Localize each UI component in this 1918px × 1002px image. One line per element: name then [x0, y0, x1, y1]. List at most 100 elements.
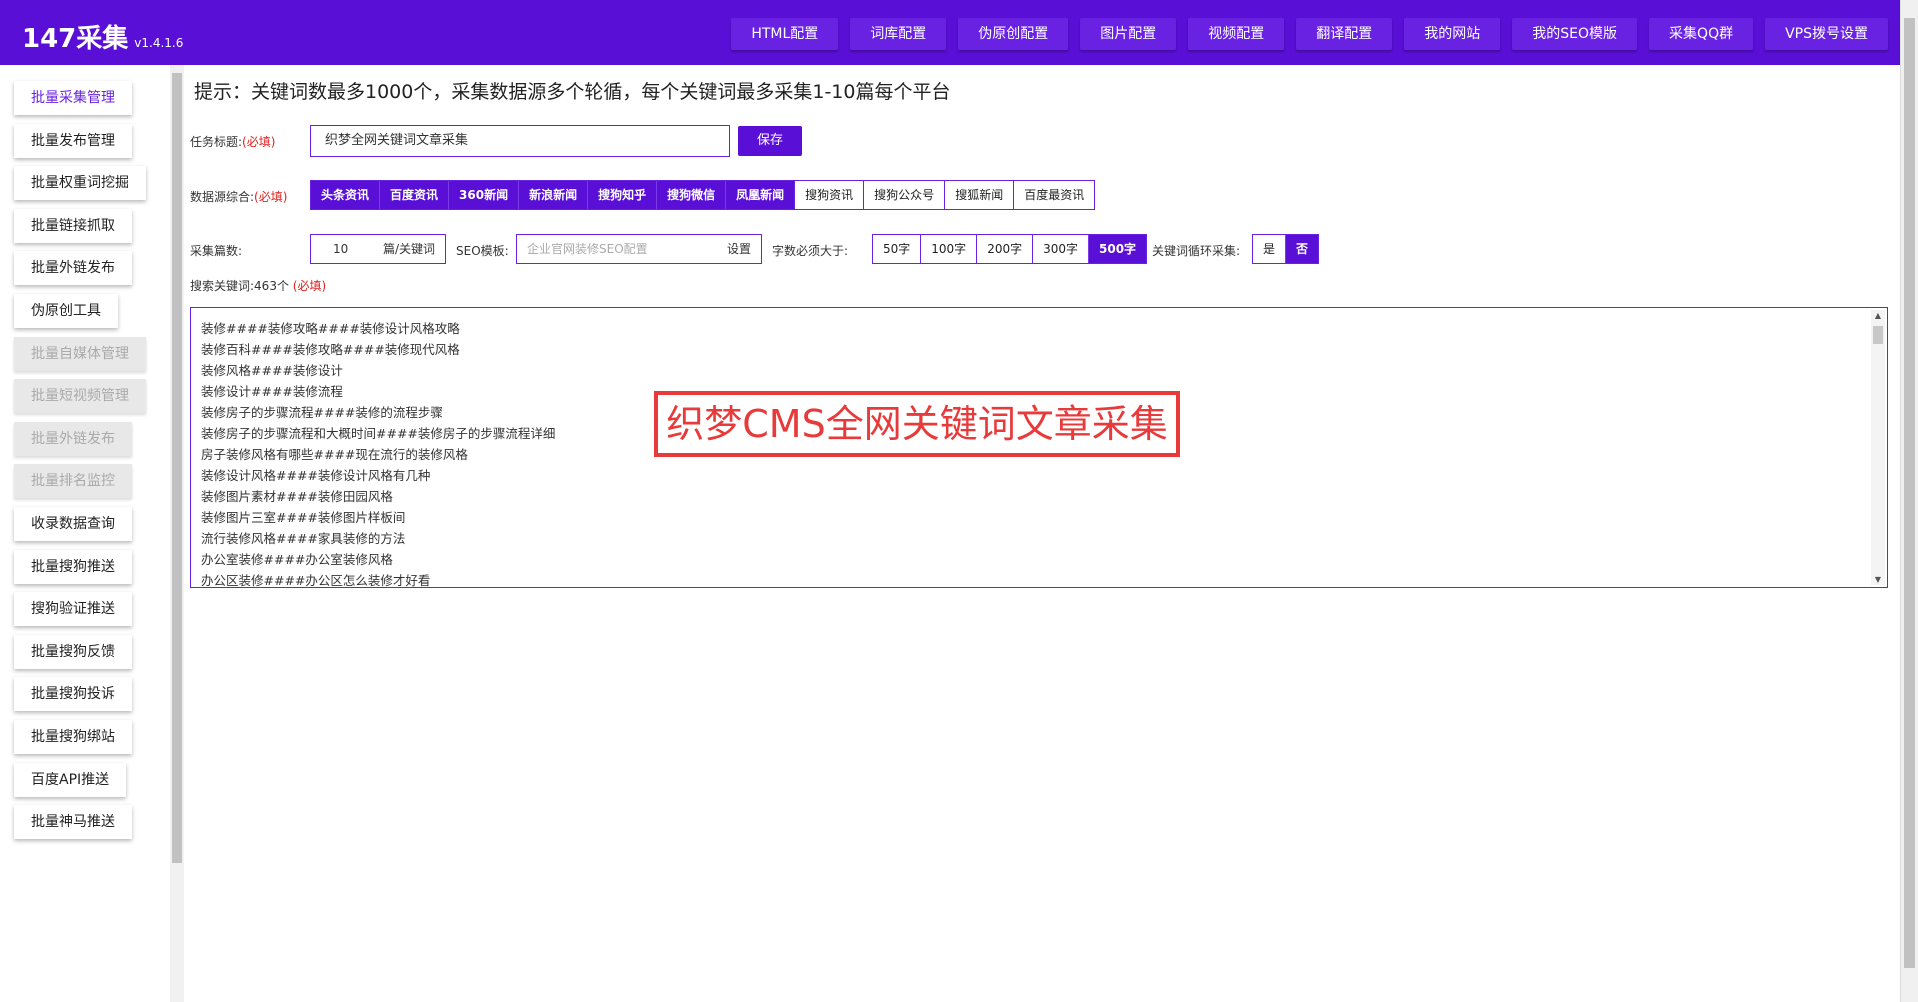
sidebar-item-16[interactable]: 百度API推送	[14, 762, 127, 797]
word-count-label: 字数必须大于:	[772, 244, 849, 258]
sources-option-4[interactable]: 搜狗知乎	[587, 181, 657, 209]
top-nav: HTML配置 词库配置 伪原创配置 图片配置 视频配置 翻译配置 我的网站 我的SEO模版 采集…	[731, 18, 1888, 50]
sidebar-item-12[interactable]: 搜狗验证推送	[14, 592, 132, 627]
words-option-0[interactable]: 50字	[873, 235, 921, 263]
scroll-down-icon[interactable]: ▼	[1871, 575, 1885, 584]
page-scrollbar[interactable]	[1900, 0, 1918, 1002]
keyword-line: 装修图片素材####装修田园风格	[201, 489, 393, 504]
keyword-line: 房子装修风格有哪些####现在流行的装修风格	[201, 447, 468, 462]
sidebar-item-1[interactable]: 批量发布管理	[14, 123, 132, 158]
task-title-label: 任务标题:(必填)	[190, 133, 275, 150]
task-title-required: (必填)	[242, 135, 276, 149]
sources-group: 头条资讯 百度资讯 360新闻 新浪新闻 搜狗知乎 搜狗微信 凤凰新闻 搜狗资讯 搜狗公众号 搜狐…	[310, 180, 1096, 210]
sidebar-item-6: 批量自媒体管理	[14, 336, 146, 371]
keyword-line: 流行装修风格####家具装修的方法	[201, 531, 406, 546]
sidebar-item-13[interactable]: 批量搜狗反馈	[14, 634, 132, 669]
sources-option-2[interactable]: 360新闻	[448, 181, 519, 209]
nav-item-2[interactable]: 伪原创配置	[958, 18, 1069, 50]
app-version: v1.4.1.6	[134, 36, 184, 50]
words-option-2[interactable]: 200字	[976, 235, 1033, 263]
keyword-line: 装修设计####装修流程	[201, 384, 343, 399]
nav-item-7[interactable]: 我的SEO模版	[1512, 18, 1638, 50]
keyword-line: 装修房子的步骤流程和大概时间####装修房子的步骤流程详细	[201, 426, 556, 441]
sidebar-item-2[interactable]: 批量权重词挖掘	[14, 166, 146, 201]
sidebar-scrollbar-thumb[interactable]	[172, 73, 182, 863]
seo-template-field: 企业官网装修SEO配置 设置	[516, 234, 762, 264]
keywords-required: (必填)	[292, 279, 327, 293]
seo-template-label: SEO模板:	[456, 244, 509, 258]
nav-item-1[interactable]: 词库配置	[850, 18, 947, 50]
word-count-group: 50字 100字 200字 300字 500字	[872, 234, 1148, 264]
nav-item-3[interactable]: 图片配置	[1080, 18, 1177, 50]
watermark-banner: 织梦CMS全网关键词文章采集	[654, 391, 1180, 457]
save-button[interactable]: 保存	[738, 126, 802, 156]
sources-label: 数据源综合:(必填)	[190, 188, 287, 205]
keywords-list: 装修####装修攻略####装修设计风格攻略 装修百科####装修攻略####装修…	[201, 318, 556, 588]
keywords-label-text: 搜索关键词:463个	[190, 279, 289, 293]
scroll-up-icon[interactable]: ▲	[1871, 311, 1885, 320]
nav-item-0[interactable]: HTML配置	[731, 18, 839, 50]
seo-template-input[interactable]: 企业官网装修SEO配置	[527, 235, 648, 263]
sources-option-0[interactable]: 头条资讯	[311, 181, 380, 209]
keyword-line: 办公室装修####办公室装修风格	[201, 552, 393, 567]
nav-item-4[interactable]: 视频配置	[1188, 18, 1285, 50]
sources-option-10[interactable]: 百度最资讯	[1013, 181, 1095, 209]
brand-name: 147采集	[22, 24, 129, 54]
loop-option-1[interactable]: 否	[1285, 235, 1319, 263]
sources-option-9[interactable]: 搜狐新闻	[944, 181, 1014, 209]
words-option-4[interactable]: 500字	[1088, 235, 1147, 263]
keywords-scrollbar[interactable]: ▲ ▼	[1871, 310, 1885, 585]
sidebar-item-17[interactable]: 批量神马推送	[14, 805, 132, 840]
count-field: 10 篇/关键词	[310, 234, 446, 264]
sidebar-item-4[interactable]: 批量外链发布	[14, 251, 132, 286]
count-unit: 篇/关键词	[382, 242, 435, 256]
page-scrollbar-thumb[interactable]	[1904, 18, 1915, 968]
keyword-line: 办公区装修####办公区怎么装修才好看	[201, 573, 431, 588]
seo-settings-button[interactable]: 设置	[727, 235, 751, 263]
nav-item-8[interactable]: 采集QQ群	[1649, 18, 1754, 50]
loop-label: 关键词循环采集:	[1152, 244, 1241, 258]
sources-option-8[interactable]: 搜狗公众号	[863, 181, 945, 209]
sidebar-item-15[interactable]: 批量搜狗绑站	[14, 720, 132, 754]
task-title-input[interactable]: 织梦全网关键词文章采集	[310, 125, 730, 157]
sidebar-item-10[interactable]: 收录数据查询	[14, 507, 132, 541]
keyword-line: 装修百科####装修攻略####装修现代风格	[201, 342, 460, 357]
sidebar-item-14[interactable]: 批量搜狗投诉	[14, 677, 132, 712]
words-option-3[interactable]: 300字	[1032, 235, 1088, 263]
sources-option-3[interactable]: 新浪新闻	[518, 181, 588, 209]
count-label: 采集篇数:	[190, 244, 243, 258]
keyword-line: 装修####装修攻略####装修设计风格攻略	[201, 321, 460, 336]
sidebar-item-5[interactable]: 伪原创工具	[14, 294, 118, 328]
loop-group: 是否	[1252, 234, 1320, 264]
nav-item-6[interactable]: 我的网站	[1404, 18, 1501, 50]
top-bar: 147采集 v1.4.1.6 HTML配置 词库配置 伪原创配置 图片配置 视频配置 翻译配…	[0, 0, 1900, 65]
sidebar-item-9: 批量排名监控	[14, 464, 132, 499]
sidebar-item-3[interactable]: 批量链接抓取	[14, 208, 132, 243]
sidebar-item-8: 批量外链发布	[14, 421, 132, 456]
keywords-scrollbar-thumb[interactable]	[1873, 326, 1883, 344]
keyword-line: 装修房子的步骤流程####装修的流程步骤	[201, 405, 443, 420]
loop-option-0[interactable]: 是	[1253, 235, 1286, 263]
sources-option-7[interactable]: 搜狗资讯	[794, 181, 864, 209]
sidebar-item-0[interactable]: 批量采集管理	[14, 81, 132, 115]
keywords-label: 搜索关键词:463个 (必填)	[190, 277, 326, 294]
sources-option-6[interactable]: 凤凰新闻	[725, 181, 795, 209]
task-title-label-text: 任务标题:	[190, 135, 243, 149]
keyword-line: 装修设计风格####装修设计风格有几种	[201, 468, 431, 483]
tip-text: 提示：关键词数最多1000个，采集数据源多个轮循，每个关键词最多采集1-10篇每…	[194, 81, 951, 103]
keyword-line: 装修风格####装修设计	[201, 363, 343, 378]
count-input[interactable]: 10	[333, 235, 348, 263]
sidebar-item-7: 批量短视频管理	[14, 379, 146, 414]
sources-label-text: 数据源综合:	[190, 190, 255, 204]
keyword-line: 装修图片三室####装修图片样板间	[201, 510, 406, 525]
sidebar-scrollbar[interactable]	[170, 65, 184, 1002]
nav-item-9[interactable]: VPS拨号设置	[1765, 18, 1888, 50]
sources-option-1[interactable]: 百度资讯	[379, 181, 449, 209]
sources-required: (必填)	[254, 190, 288, 204]
app-brand: 147采集 v1.4.1.6	[22, 18, 183, 55]
words-option-1[interactable]: 100字	[920, 235, 977, 263]
sidebar-item-11[interactable]: 批量搜狗推送	[14, 549, 132, 584]
nav-item-5[interactable]: 翻译配置	[1296, 18, 1393, 50]
sources-option-5[interactable]: 搜狗微信	[656, 181, 726, 209]
sidebar: 批量采集管理 批量发布管理 批量权重词挖掘 批量链接抓取 批量外链发布 伪原创工具批量自媒…	[0, 65, 170, 1002]
